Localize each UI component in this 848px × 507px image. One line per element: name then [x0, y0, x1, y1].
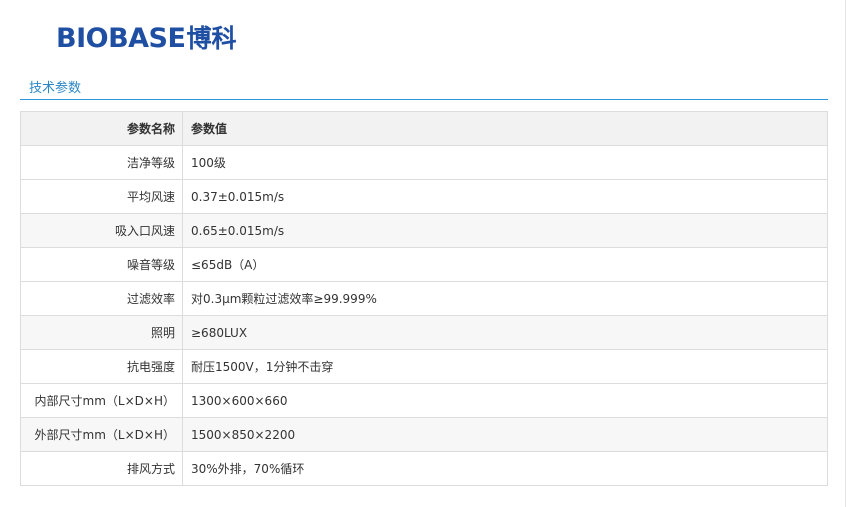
table-row: 排风方式 30%外排，70%循环: [20, 451, 828, 486]
table-header-row: 参数名称 参数值: [20, 111, 828, 146]
row-value-cell: 0.65±0.015m/s: [182, 213, 828, 248]
row-name-cell: 过滤效率: [20, 281, 183, 316]
header-cell-value: 参数值: [182, 111, 828, 146]
row-value-cell: 耐压1500V，1分钟不击穿: [182, 349, 828, 384]
row-name-cell: 洁净等级: [20, 145, 183, 180]
section-title: 技术参数: [29, 81, 82, 96]
brand-logo: BIOBASE 博科: [56, 22, 236, 56]
row-value-cell: ≥680LUX: [182, 315, 828, 350]
row-name-cell: 内部尺寸mm（L×D×H）: [20, 383, 183, 418]
row-value-cell: 100级: [182, 145, 828, 180]
table-row: 抗电强度 耐压1500V，1分钟不击穿: [20, 349, 828, 384]
row-name-cell: 噪音等级: [20, 247, 183, 282]
row-name-cell: 排风方式: [20, 451, 183, 486]
row-name-cell: 照明: [20, 315, 183, 350]
section-divider: [20, 99, 828, 100]
table-row: 平均风速 0.37±0.015m/s: [20, 179, 828, 214]
row-name-cell: 抗电强度: [20, 349, 183, 384]
table-row: 过滤效率 对0.3μm颗粒过滤效率≥99.999%: [20, 281, 828, 316]
row-value-cell: 0.37±0.015m/s: [182, 179, 828, 214]
brand-logo-latin: BIOBASE: [56, 23, 186, 54]
brand-logo-cjk: 博科: [186, 24, 237, 53]
table-row: 洁净等级 100级: [20, 145, 828, 180]
row-value-cell: 对0.3μm颗粒过滤效率≥99.999%: [182, 281, 828, 316]
table-row: 内部尺寸mm（L×D×H） 1300×600×660: [20, 383, 828, 418]
row-value-cell: 1300×600×660: [182, 383, 828, 418]
row-value-cell: 30%外排，70%循环: [182, 451, 828, 486]
row-name-cell: 平均风速: [20, 179, 183, 214]
row-name-cell: 外部尺寸mm（L×D×H）: [20, 417, 183, 452]
row-value-cell: 1500×850×2200: [182, 417, 828, 452]
table-row: 外部尺寸mm（L×D×H） 1500×850×2200: [20, 417, 828, 452]
parameters-table: 参数名称 参数值 洁净等级 100级 平均风速 0.37±0.015m/s 吸入…: [20, 111, 828, 486]
header-cell-name: 参数名称: [20, 111, 183, 146]
row-name-cell: 吸入口风速: [20, 213, 183, 248]
table-row: 噪音等级 ≤65dB（A）: [20, 247, 828, 282]
row-value-cell: ≤65dB（A）: [182, 247, 828, 282]
page-frame: BIOBASE 博科 技术参数 参数名称 参数值 洁净等级 100级 平均风速 …: [0, 0, 846, 507]
table-row: 照明 ≥680LUX: [20, 315, 828, 350]
table-row: 吸入口风速 0.65±0.015m/s: [20, 213, 828, 248]
